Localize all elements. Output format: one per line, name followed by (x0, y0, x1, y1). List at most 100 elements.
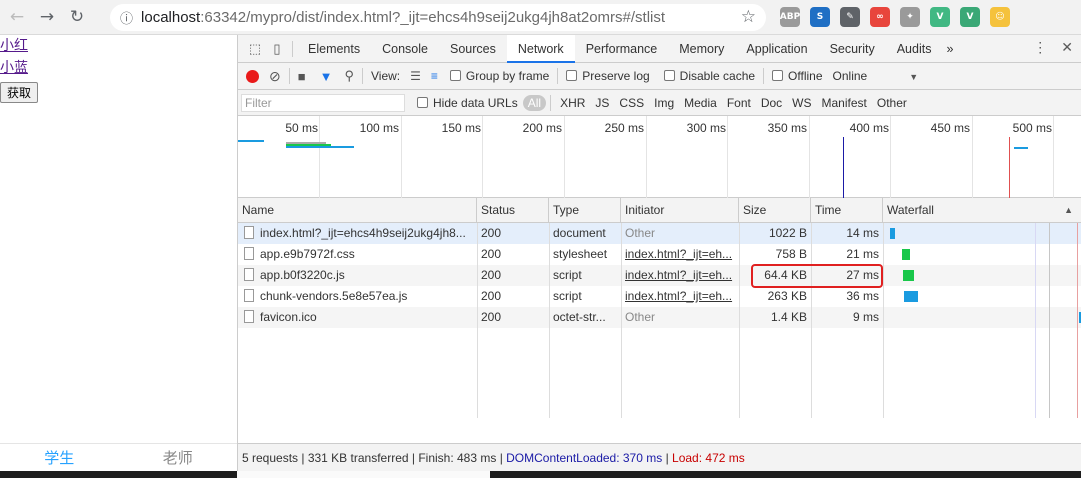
network-status-bar: 5 requests | 331 KB transferred | Finish… (238, 443, 1081, 471)
tab-console[interactable]: Console (371, 35, 439, 63)
bird-icon[interactable]: ✦ (900, 7, 920, 27)
filter-type-ws[interactable]: WS (787, 96, 816, 110)
tab-teacher[interactable]: 老师 (119, 444, 238, 471)
info-icon[interactable]: ⓘ (120, 8, 133, 27)
filter-type-doc[interactable]: Doc (756, 96, 787, 110)
initiator-value[interactable]: index.html?_ijt=eh... (625, 268, 732, 282)
clear-icon[interactable]: ⊘ (269, 68, 281, 85)
hide-data-urls-toggle[interactable]: Hide data URLs (417, 96, 518, 110)
kebab-menu-icon[interactable]: ⋮ (1033, 39, 1047, 56)
waterfall-bar[interactable] (890, 228, 895, 239)
filter-icon[interactable]: ▼ (320, 69, 333, 84)
table-row[interactable]: favicon.ico 200 octet-str... Other 1.4 KB 9 m… (238, 307, 1081, 328)
dropper-icon[interactable]: ✎ (840, 7, 860, 27)
address-bar[interactable]: ⓘ localhost:63342/mypro/dist/index.html?… (110, 4, 766, 31)
filter-input[interactable]: Filter (241, 93, 405, 112)
file-name[interactable]: chunk-vendors.5e8e57ea.js (260, 289, 407, 303)
waterfall-bar[interactable] (904, 291, 918, 302)
disable-cache-toggle[interactable]: Disable cache (663, 69, 755, 83)
tab-application[interactable]: Application (735, 35, 818, 63)
file-name[interactable]: app.b0f3220c.js (260, 268, 345, 282)
tab-elements[interactable]: Elements (297, 35, 371, 63)
column-status[interactable]: Status (477, 198, 549, 223)
table-row[interactable]: app.e9b7972f.css 200 stylesheet index.html?… (238, 244, 1081, 265)
filter-type-other[interactable]: Other (872, 96, 912, 110)
column-type[interactable]: Type (549, 198, 621, 223)
student-link-1[interactable]: 小红 (0, 35, 237, 57)
device-toolbar-icon[interactable]: ▯ (266, 38, 288, 60)
reload-icon[interactable]: ↻ (64, 4, 90, 30)
filter-type-xhr[interactable]: XHR (555, 96, 590, 110)
editor-strip-light (237, 471, 490, 478)
vue-devtools-icon[interactable]: V (960, 7, 980, 27)
tab-security[interactable]: Security (819, 35, 886, 63)
network-toolbar: ⊘ ■ ▼ ⚲ View: ☰ ≡ Group by frame Preserv… (238, 63, 1081, 90)
close-icon[interactable]: ✕ (1061, 39, 1073, 56)
table-row[interactable]: index.html?_ijt=ehcs4h9seij2ukg4jh8... 20… (238, 223, 1081, 244)
tab-sources[interactable]: Sources (439, 35, 507, 63)
forward-icon[interactable]: → (34, 4, 60, 30)
filter-type-manifest[interactable]: Manifest (817, 96, 872, 110)
large-rows-icon[interactable]: ☰ (410, 69, 421, 83)
filter-type-img[interactable]: Img (649, 96, 679, 110)
vue-icon[interactable]: V (930, 7, 950, 27)
tab-student[interactable]: 学生 (0, 444, 119, 471)
tab-network[interactable]: Network (506, 34, 575, 63)
filter-type-font[interactable]: Font (722, 96, 756, 110)
filter-type-media[interactable]: Media (679, 96, 722, 110)
group-by-frame-toggle[interactable]: Group by frame (449, 69, 549, 83)
sort-ascending-icon[interactable]: ▲ (1064, 198, 1073, 223)
tab-audits[interactable]: Audits (886, 35, 943, 63)
column-size[interactable]: Size (739, 198, 811, 223)
back-icon[interactable]: ← (4, 4, 30, 30)
column-initiator[interactable]: Initiator (621, 198, 739, 223)
initiator-value[interactable]: index.html?_ijt=eh... (625, 289, 732, 303)
offline-toggle[interactable]: Offline (772, 69, 823, 83)
tick-label: 400 ms (849, 121, 889, 135)
glasses-icon[interactable]: ∞ (870, 7, 890, 27)
search-icon[interactable]: ⚲ (344, 68, 354, 84)
filter-type-js[interactable]: JS (590, 96, 614, 110)
throttle-select[interactable]: Online ▼ (833, 69, 919, 83)
filter-type-all[interactable]: All (522, 94, 547, 111)
record-icon[interactable] (246, 69, 259, 83)
cell-name: index.html?_ijt=ehcs4h9seij2ukg4jh8... (238, 223, 477, 244)
app-page: 小红 小蓝 获取 (0, 35, 237, 443)
checkbox[interactable] (663, 70, 675, 81)
table-row[interactable]: app.b0f3220c.js 200 script index.html?_ijt=… (238, 265, 1081, 286)
checkbox[interactable] (566, 70, 578, 81)
preserve-log-toggle[interactable]: Preserve log (566, 69, 650, 83)
time-value: 36 ms (846, 289, 879, 303)
tab-memory[interactable]: Memory (668, 35, 735, 63)
column-time[interactable]: Time (811, 198, 883, 223)
more-tabs-icon[interactable]: » (942, 35, 957, 63)
cell-status: 200 (477, 244, 549, 265)
file-name[interactable]: index.html?_ijt=ehcs4h9seij2ukg4jh8... (260, 226, 466, 240)
dcl-marker (843, 137, 844, 198)
s-icon[interactable]: S (810, 7, 830, 27)
cell-type: octet-str... (549, 307, 621, 328)
column-name[interactable]: Name (238, 198, 477, 223)
summary-text: 5 requests | 331 KB transferred | Finish… (242, 451, 507, 465)
abp-icon[interactable]: ABP (780, 7, 800, 27)
initiator-value[interactable]: index.html?_ijt=eh... (625, 247, 732, 261)
waterfall-bar[interactable] (902, 249, 910, 260)
column-waterfall[interactable]: Waterfall (883, 198, 1081, 223)
checkbox[interactable] (449, 70, 461, 81)
emoji-icon[interactable]: ☺ (990, 7, 1010, 27)
tab-performance[interactable]: Performance (575, 35, 669, 63)
file-name[interactable]: favicon.ico (260, 310, 317, 324)
capture-screenshots-icon[interactable]: ■ (298, 69, 306, 84)
file-name[interactable]: app.e9b7972f.css (260, 247, 355, 261)
checkbox[interactable] (772, 70, 784, 81)
fetch-button[interactable]: 获取 (0, 82, 39, 103)
waterfall-bar[interactable] (903, 270, 914, 281)
timeline-overview[interactable]: 50 ms 100 ms 150 ms 200 ms 250 ms 300 ms… (238, 116, 1081, 198)
filter-type-css[interactable]: CSS (614, 96, 649, 110)
student-link-2[interactable]: 小蓝 (0, 57, 237, 79)
bookmark-star-icon[interactable]: ☆ (741, 7, 756, 27)
inspect-element-icon[interactable]: ⬚ (244, 38, 266, 60)
checkbox[interactable] (417, 96, 428, 108)
table-row[interactable]: chunk-vendors.5e8e57ea.js 200 script index.… (238, 286, 1081, 307)
waterfall-overview-icon[interactable]: ≡ (431, 69, 438, 83)
